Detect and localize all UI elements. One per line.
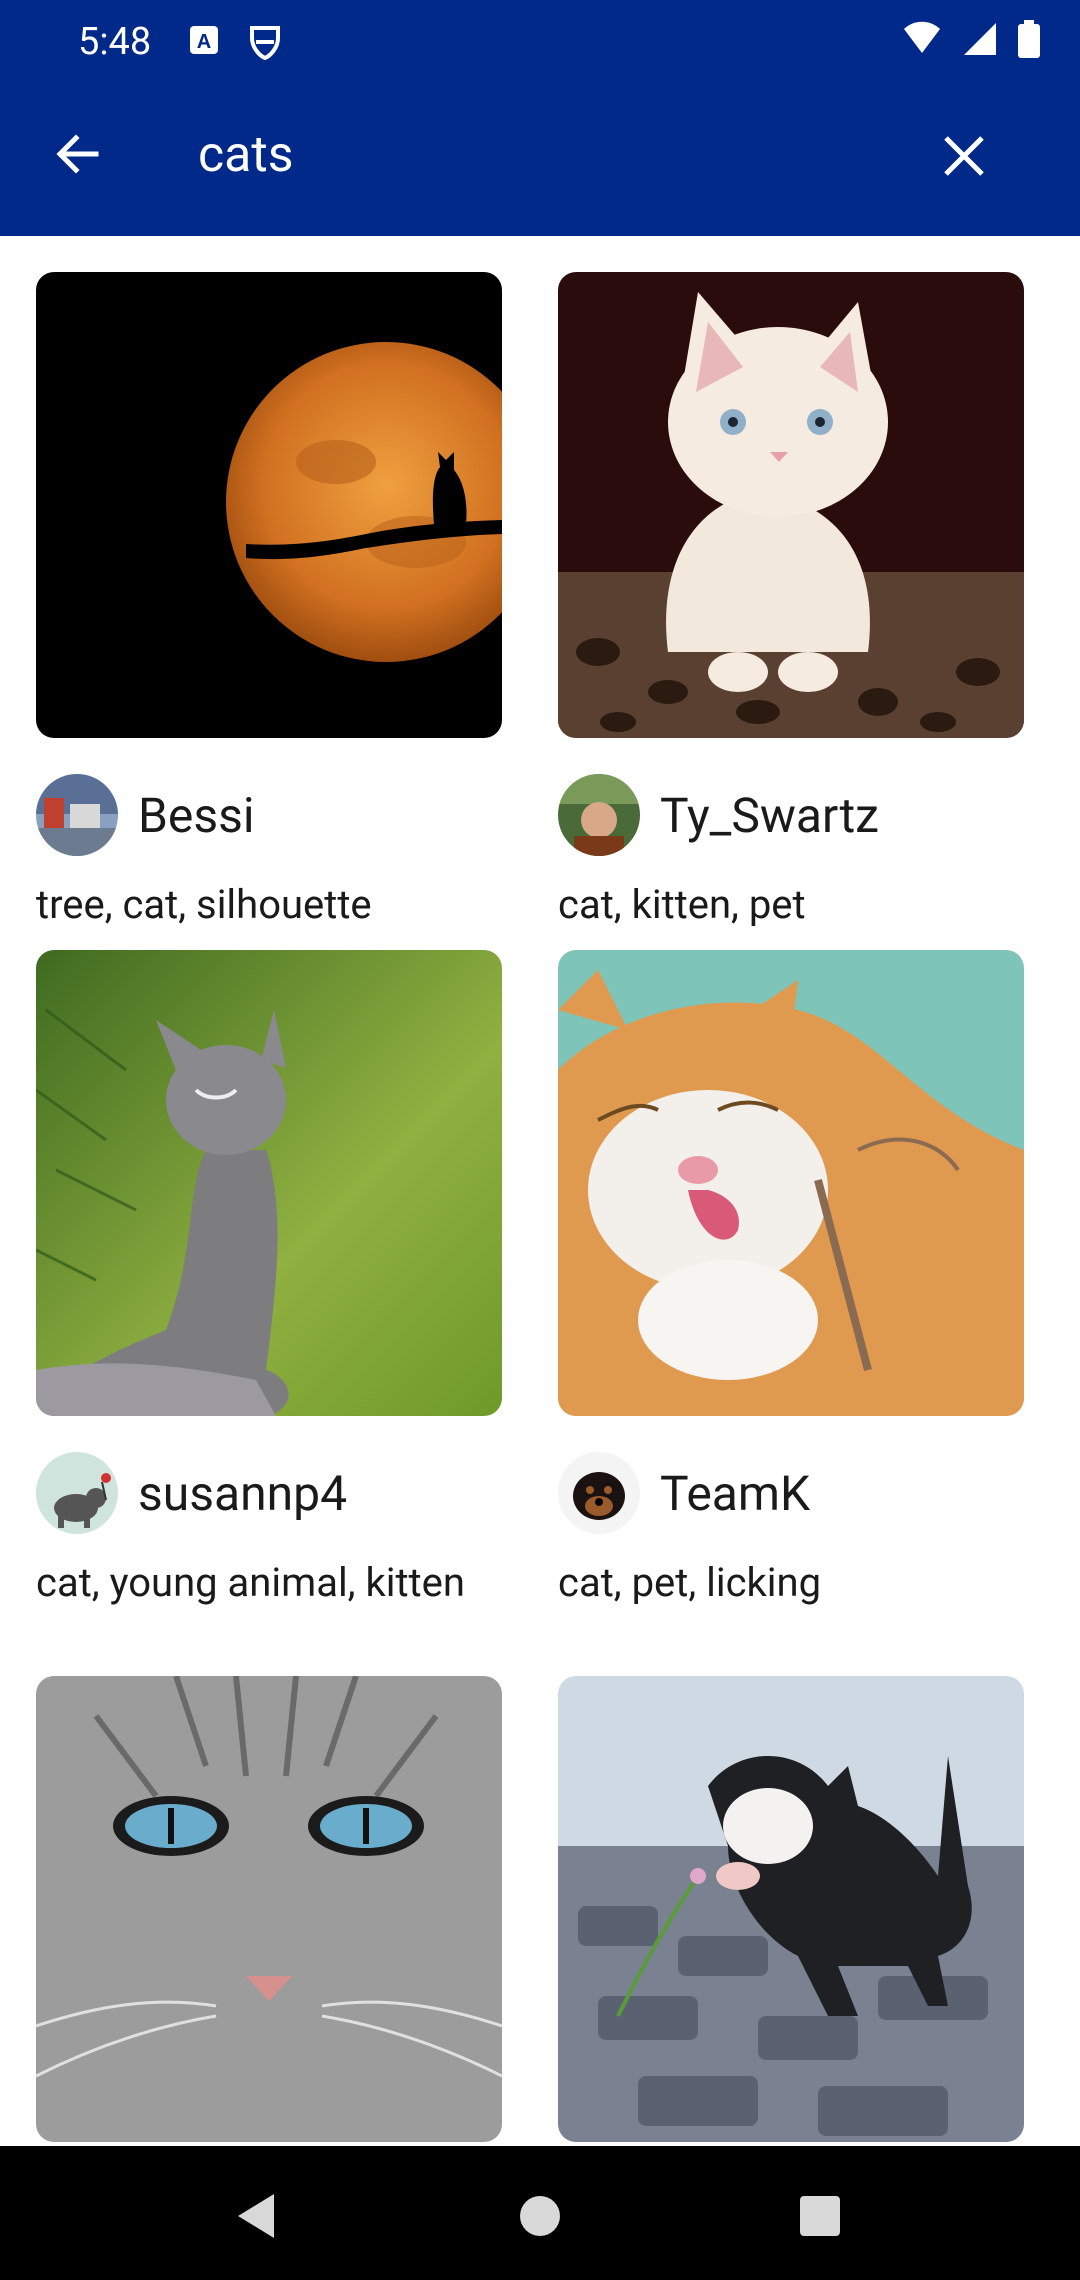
result-image-licking-cat[interactable] (558, 950, 1024, 1416)
author-row[interactable]: TeamK (558, 1452, 1024, 1534)
result-image-blue-eyed-cat[interactable] (36, 1676, 502, 2142)
author-name: Bessi (138, 786, 255, 844)
avatar[interactable] (558, 774, 640, 856)
square-recents-icon (800, 2196, 840, 2236)
arrow-left-icon (54, 130, 102, 182)
avatar[interactable] (36, 1452, 118, 1534)
nav-back-button[interactable] (228, 2186, 288, 2246)
result-card[interactable]: TeamK cat, pet, licking (558, 950, 1024, 1608)
author-row[interactable]: susannp4 (36, 1452, 502, 1534)
svg-text:A: A (197, 31, 211, 53)
image-tags: cat, young animal, kitten (36, 1559, 465, 1606)
search-app-bar: cats (0, 86, 1080, 236)
search-input[interactable]: cats (198, 126, 294, 184)
wifi-icon (902, 21, 942, 61)
shield-icon (244, 22, 288, 66)
image-tags: cat, kitten, pet (558, 881, 806, 928)
close-icon (942, 134, 986, 182)
result-card[interactable]: susannp4 cat, young animal, kitten (36, 950, 502, 1608)
status-right (902, 20, 1040, 62)
author-row[interactable]: Ty_Swartz (558, 774, 1024, 856)
keyboard-a-icon: A (186, 22, 230, 66)
nav-recents-button[interactable] (790, 2186, 850, 2246)
avatar[interactable] (558, 1452, 640, 1534)
result-card[interactable] (36, 1676, 502, 2142)
result-image-moon-cat[interactable] (36, 272, 502, 738)
clear-search-button[interactable] (932, 126, 996, 190)
result-card[interactable] (558, 1676, 1024, 2142)
result-card[interactable]: Ty_Swartz cat, kitten, pet (558, 272, 1024, 930)
author-name: Ty_Swartz (660, 786, 879, 844)
avatar[interactable] (36, 774, 118, 856)
result-image-grey-kitten[interactable] (36, 950, 502, 1416)
result-card[interactable]: Bessi tree, cat, silhouette (36, 272, 502, 930)
triangle-back-icon (238, 2194, 274, 2238)
image-tags: cat, pet, licking (558, 1559, 822, 1606)
circle-home-icon (520, 2196, 560, 2236)
result-image-white-kitten[interactable] (558, 272, 1024, 738)
status-bar: 5:48 A (0, 0, 1080, 86)
signal-icon (962, 21, 998, 61)
author-name: TeamK (660, 1464, 811, 1522)
image-tags: tree, cat, silhouette (36, 881, 372, 928)
nav-home-button[interactable] (510, 2186, 570, 2246)
battery-icon (1018, 20, 1040, 62)
results-grid[interactable]: Bessi tree, cat, silhouette Ty_Swartz ca… (0, 236, 1080, 2146)
status-time: 5:48 (78, 20, 152, 64)
author-name: susannp4 (138, 1464, 348, 1522)
back-button[interactable] (46, 124, 110, 188)
result-image-kitten-flower[interactable] (558, 1676, 1024, 2142)
author-row[interactable]: Bessi (36, 774, 502, 856)
system-nav-bar (0, 2146, 1080, 2280)
